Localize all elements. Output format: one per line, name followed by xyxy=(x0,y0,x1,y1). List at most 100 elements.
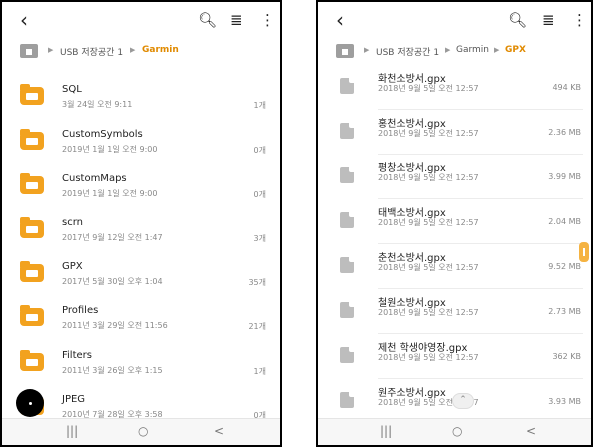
fast-scroll-handle[interactable] xyxy=(579,242,589,262)
file-date: 2018년 9월 5일 오전 12:57 xyxy=(378,263,479,272)
search-icon[interactable]: 🔍︎ xyxy=(508,11,527,29)
list-item[interactable]: 태백소방서.gpx 2018년 9월 5일 오전 12:57 2.04 MB xyxy=(318,200,591,244)
chevron-right-icon: ▶ xyxy=(130,46,136,54)
file-icon xyxy=(340,302,354,318)
folder-date: 3월 24일 오전 9:11 xyxy=(62,100,133,109)
list-item[interactable]: 춘천소방서.gpx 2018년 9월 5일 오전 12:57 9.52 MB xyxy=(318,245,591,289)
file-date: 2018년 9월 5일 오전 12:57 xyxy=(378,218,479,227)
folder-name: CustomSymbols xyxy=(62,129,143,140)
left-panel-garmin-folder: ‹ 🔍︎ ≣ ⋮ ▶ USB 저장공간 1 ▶ Garmin SQL 3월 24… xyxy=(0,0,282,447)
folder-name: Filters xyxy=(62,350,92,361)
list-item[interactable]: 제천 학생야영장.gpx 2018년 9월 5일 오전 12:57 362 KB xyxy=(318,335,591,379)
file-size: 2.36 MB xyxy=(548,128,581,137)
list-item[interactable]: 철원소방서.gpx 2018년 9월 5일 오전 12:57 2.73 MB xyxy=(318,290,591,334)
file-date: 2018년 9월 5일 오전 12:57 xyxy=(378,353,479,362)
file-size: 3.99 MB xyxy=(548,172,581,181)
file-size: 2.73 MB xyxy=(548,307,581,316)
file-size: 3.93 MB xyxy=(548,397,581,406)
folder-icon xyxy=(20,173,44,194)
folder-icon xyxy=(20,305,44,326)
navigation-bar: ||| ○ < xyxy=(2,418,280,445)
recents-icon[interactable]: ||| xyxy=(66,424,78,438)
folder-date: 2017년 5월 30일 오후 1:04 xyxy=(62,277,163,286)
list-item[interactable]: 홍천소방서.gpx 2018년 9월 5일 오전 12:57 2.36 MB xyxy=(318,111,591,155)
file-date: 2018년 9월 5일 오전 12:57 xyxy=(378,173,479,182)
scroll-to-top-button[interactable]: ⌃ xyxy=(452,393,474,409)
chevron-right-icon: ▶ xyxy=(364,46,370,54)
home-folder-icon[interactable] xyxy=(20,44,38,58)
list-item[interactable]: 평창소방서.gpx 2018년 9월 5일 오전 12:57 3.99 MB xyxy=(318,155,591,199)
file-size: 362 KB xyxy=(552,352,581,361)
divider xyxy=(378,288,583,289)
folder-count: 0개 xyxy=(253,146,266,155)
file-date: 2018년 9월 5일 오전 12:57 xyxy=(378,129,479,138)
folder-count: 3개 xyxy=(253,234,266,243)
recents-icon[interactable]: ||| xyxy=(380,424,392,438)
folder-count: 0개 xyxy=(253,190,266,199)
folder-date: 2011년 3월 26일 오후 1:15 xyxy=(62,366,163,375)
home-folder-icon[interactable] xyxy=(336,44,354,58)
breadcrumb-storage[interactable]: USB 저장공간 1 xyxy=(60,45,123,58)
right-panel-gpx-folder: ‹ 🔍︎ ≣ ⋮ ▶ USB 저장공간 1 ▶ Garmin ▶ GPX 화천소… xyxy=(316,0,593,447)
home-icon[interactable]: ○ xyxy=(138,424,148,438)
divider xyxy=(378,198,583,199)
file-icon xyxy=(340,392,354,408)
folder-name: scrn xyxy=(62,217,83,228)
file-icon xyxy=(340,347,354,363)
back-icon[interactable]: < xyxy=(214,424,224,438)
back-icon[interactable]: < xyxy=(526,424,536,438)
divider xyxy=(378,378,583,379)
folder-count: 21개 xyxy=(248,322,266,331)
file-date: 2018년 9월 5일 오전 12:57 xyxy=(378,84,479,93)
list-item[interactable]: SQL 3월 24일 오전 9:11 1개 xyxy=(2,78,280,122)
list-item[interactable]: scrn 2017년 9월 12일 오전 1:47 3개 xyxy=(2,211,280,255)
sort-list-icon[interactable]: ≣ xyxy=(542,11,555,29)
folder-count: 1개 xyxy=(253,367,266,376)
sort-list-icon[interactable]: ≣ xyxy=(230,11,243,29)
folder-icon xyxy=(20,217,44,238)
list-item[interactable]: GPX 2017년 5월 30일 오후 1:04 35개 xyxy=(2,255,280,299)
list-item[interactable]: CustomMaps 2019년 1월 1일 오전 9:00 0개 xyxy=(2,167,280,211)
list-item[interactable]: Profiles 2011년 3월 29일 오전 11:56 21개 xyxy=(2,299,280,343)
breadcrumb-middle[interactable]: Garmin xyxy=(456,45,489,55)
divider xyxy=(378,243,583,244)
more-vertical-icon[interactable]: ⋮ xyxy=(260,11,275,29)
back-arrow-icon[interactable]: ‹ xyxy=(20,8,28,32)
breadcrumb: ▶ USB 저장공간 1 ▶ Garmin xyxy=(2,40,280,64)
file-size: 2.04 MB xyxy=(548,217,581,226)
folder-icon xyxy=(20,84,44,105)
list-item[interactable]: Filters 2011년 3월 26일 오후 1:15 1개 xyxy=(2,344,280,388)
list-item[interactable]: 화천소방서.gpx 2018년 9월 5일 오전 12:57 494 KB xyxy=(318,66,591,110)
folder-date: 2011년 3월 29일 오전 11:56 xyxy=(62,321,168,330)
folder-icon xyxy=(20,350,44,371)
folder-icon xyxy=(20,129,44,150)
file-icon xyxy=(340,257,354,273)
folder-count: 1개 xyxy=(253,101,266,110)
folder-date: 2019년 1월 1일 오전 9:00 xyxy=(62,145,158,154)
chevron-right-icon: ▶ xyxy=(494,46,500,54)
breadcrumb-current: GPX xyxy=(505,45,526,55)
breadcrumb-storage[interactable]: USB 저장공간 1 xyxy=(376,45,439,58)
file-size: 494 KB xyxy=(552,83,581,92)
more-vertical-icon[interactable]: ⋮ xyxy=(572,11,587,29)
top-bar: ‹ 🔍︎ ≣ ⋮ xyxy=(318,2,591,38)
folder-name: CustomMaps xyxy=(62,173,127,184)
divider xyxy=(378,333,583,334)
search-icon[interactable]: 🔍︎ xyxy=(198,11,217,29)
divider xyxy=(378,109,583,110)
back-arrow-icon[interactable]: ‹ xyxy=(336,8,344,32)
folder-name: GPX xyxy=(62,261,83,272)
chevron-right-icon: ▶ xyxy=(445,46,451,54)
file-icon xyxy=(340,78,354,94)
file-icon xyxy=(340,167,354,183)
folder-date: 2019년 1월 1일 오전 9:00 xyxy=(62,189,158,198)
home-icon[interactable]: ○ xyxy=(452,424,462,438)
floating-action-button[interactable] xyxy=(16,389,44,417)
list-item[interactable]: CustomSymbols 2019년 1월 1일 오전 9:00 0개 xyxy=(2,123,280,167)
folder-name: Profiles xyxy=(62,305,99,316)
file-icon xyxy=(340,212,354,228)
file-icon xyxy=(340,123,354,139)
breadcrumb: ▶ USB 저장공간 1 ▶ Garmin ▶ GPX xyxy=(318,40,591,64)
file-size: 9.52 MB xyxy=(548,262,581,271)
folder-icon xyxy=(20,261,44,282)
